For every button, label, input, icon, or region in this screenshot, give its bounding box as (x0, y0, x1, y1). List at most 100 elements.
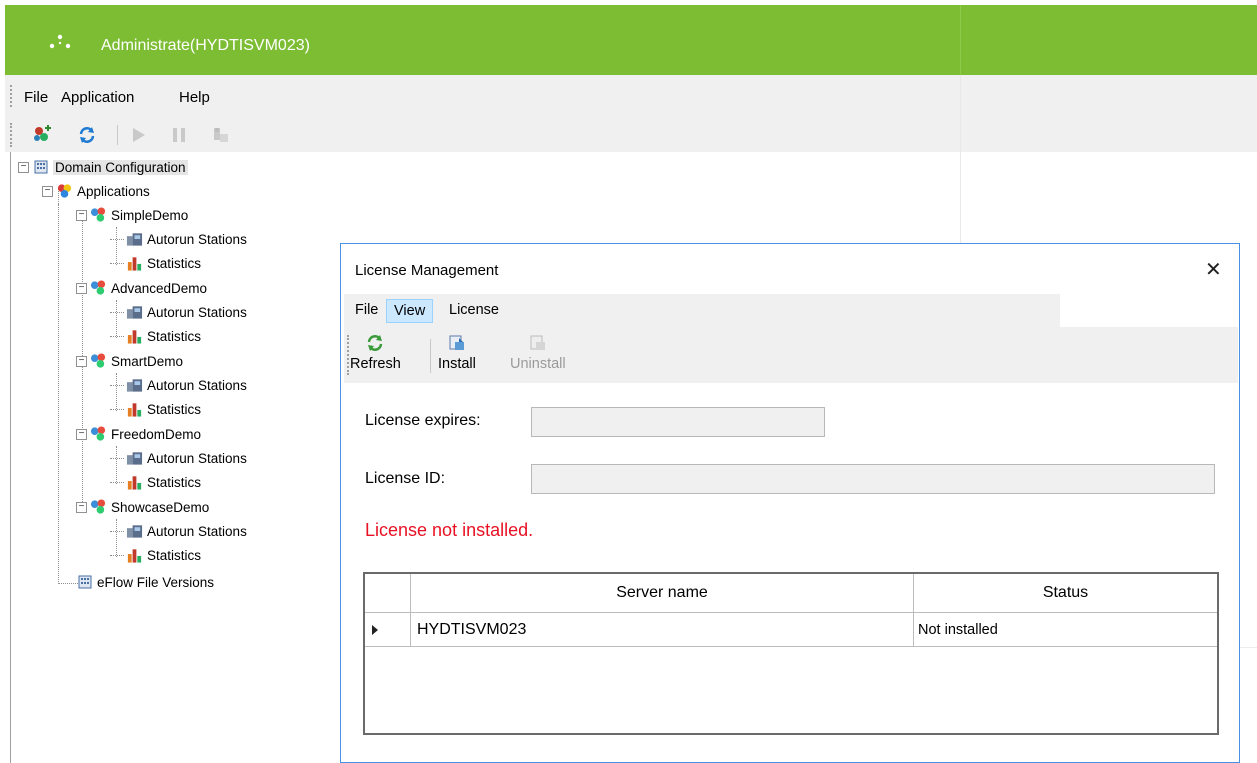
tree-node-autorun-stations[interactable]: Autorun Stations (110, 228, 247, 250)
tree-line (58, 583, 78, 584)
tree-node-label: Applications (77, 183, 150, 199)
dialog-menu-file[interactable]: File (348, 299, 385, 323)
dialog-menu-bar: File View License (344, 294, 1060, 327)
stop-station-icon (214, 128, 228, 142)
menu-help[interactable]: Help (179, 89, 210, 106)
statistics-icon (126, 547, 143, 564)
stations-icon (126, 231, 143, 248)
tree-node-label: FreedomDemo (111, 426, 202, 442)
install-icon (447, 333, 467, 353)
tree-node-autorun-stations[interactable]: Autorun Stations (110, 447, 247, 469)
collapse-toggle-icon[interactable]: − (76, 209, 87, 221)
tree-node-label: SimpleDemo (111, 207, 189, 223)
collapse-toggle-icon[interactable]: − (76, 428, 87, 440)
application-icon (90, 207, 107, 224)
license-status-message: License not installed. (365, 520, 534, 540)
title-divider (960, 5, 961, 75)
tree-node-app-smartdemo[interactable]: − SmartDemo (76, 350, 183, 372)
tree-node-app-showcasedemo[interactable]: − ShowcaseDemo (76, 496, 209, 518)
dialog-menu-license[interactable]: License (442, 299, 506, 323)
collapse-toggle-icon[interactable]: − (76, 501, 87, 513)
current-row-icon (372, 624, 378, 635)
application-icon (90, 280, 107, 297)
application-icon (90, 499, 107, 516)
toolbar-separator (430, 339, 431, 373)
tree-node-eflow-file-versions[interactable]: eFlow File Versions (76, 571, 214, 593)
stations-icon (126, 523, 143, 540)
refresh-button[interactable]: Refresh (350, 333, 401, 372)
window-title: Administrate(HYDTISVM023) (101, 37, 310, 54)
collapse-toggle-icon[interactable]: − (42, 185, 53, 197)
stop-station-button[interactable] (210, 124, 232, 146)
tree-node-label: Statistics (147, 255, 202, 271)
dialog-title: License Management (355, 262, 499, 279)
license-expires-label: License expires: (365, 412, 481, 429)
license-id-field[interactable] (531, 464, 1215, 494)
refresh-icon (365, 333, 385, 353)
applications-icon (56, 183, 73, 200)
pause-icon (173, 128, 185, 142)
domain-icon (32, 159, 49, 176)
tree-node-app-advanceddemo[interactable]: − AdvancedDemo (76, 277, 207, 299)
toolbar-grip[interactable] (10, 123, 12, 147)
tree-node-label: Statistics (147, 547, 202, 563)
column-header-status[interactable]: Status (914, 574, 1217, 613)
menu-application[interactable]: Application (61, 89, 134, 106)
refresh-button[interactable] (76, 124, 98, 146)
statistics-icon (126, 255, 143, 272)
start-button[interactable] (128, 124, 150, 146)
tree-node-label: Statistics (147, 401, 202, 417)
collapse-toggle-icon[interactable]: − (76, 355, 87, 367)
server-status-grid: Server name Status HYDTISVM023 Not insta… (363, 572, 1219, 735)
dialog-menu-view[interactable]: View (386, 299, 434, 323)
tree-node-autorun-stations[interactable]: Autorun Stations (110, 374, 247, 396)
grid-corner-header (365, 574, 411, 613)
refresh-icon (79, 127, 95, 143)
add-application-button[interactable] (31, 124, 53, 146)
tree-node-label: SmartDemo (111, 353, 184, 369)
license-expires-field[interactable] (531, 407, 825, 437)
tree-node-domain-configuration[interactable]: − Domain Configuration (18, 156, 188, 178)
column-header-server-name[interactable]: Server name (411, 574, 914, 613)
tree-node-applications[interactable]: − Applications (42, 180, 150, 202)
install-label: Install (438, 356, 476, 372)
tree-node-statistics[interactable]: Statistics (110, 252, 201, 274)
tree-node-label: ShowcaseDemo (111, 499, 210, 515)
collapse-toggle-icon[interactable]: − (76, 282, 87, 294)
close-icon[interactable]: ✕ (1205, 257, 1222, 282)
tree-node-statistics[interactable]: Statistics (110, 398, 201, 420)
tree-line (58, 204, 59, 584)
stations-icon (126, 450, 143, 467)
tree-node-autorun-stations[interactable]: Autorun Stations (110, 301, 247, 323)
domain-tree: − Domain Configuration − Applications − … (10, 152, 340, 763)
table-cell-status[interactable]: Not installed (914, 613, 1217, 647)
pause-button[interactable] (168, 124, 190, 146)
license-management-dialog: License Management ✕ File View License R… (340, 243, 1240, 763)
collapse-toggle-icon[interactable]: − (18, 161, 29, 173)
tree-node-statistics[interactable]: Statistics (110, 325, 201, 347)
dialog-toolbar-grip[interactable] (347, 335, 349, 375)
statistics-icon (126, 401, 143, 418)
tree-node-app-simpledemo[interactable]: − SimpleDemo (76, 204, 188, 226)
tree-node-label: Domain Configuration (53, 159, 188, 175)
stations-icon (126, 304, 143, 321)
refresh-label: Refresh (350, 356, 401, 372)
uninstall-label: Uninstall (510, 356, 566, 372)
license-id-label: License ID: (365, 470, 446, 487)
app-logo-icon (49, 34, 71, 49)
row-header[interactable] (365, 613, 411, 647)
tree-node-statistics[interactable]: Statistics (110, 471, 201, 493)
tree-node-autorun-stations[interactable]: Autorun Stations (110, 520, 247, 542)
application-window: Administrate(HYDTISVM023) File Applicati… (0, 0, 1257, 763)
tree-node-label: Statistics (147, 474, 202, 490)
tree-node-app-freedomdemo[interactable]: − FreedomDemo (76, 423, 201, 445)
stations-icon (126, 377, 143, 394)
table-cell-server-name[interactable]: HYDTISVM023 (411, 613, 914, 647)
menu-file[interactable]: File (24, 89, 48, 106)
menu-grip[interactable] (10, 85, 12, 107)
uninstall-button[interactable]: Uninstall (510, 333, 566, 372)
install-button[interactable]: Install (438, 333, 476, 372)
tree-node-statistics[interactable]: Statistics (110, 544, 201, 566)
toolbar-separator (117, 125, 118, 145)
tree-node-label: Autorun Stations (147, 377, 247, 393)
